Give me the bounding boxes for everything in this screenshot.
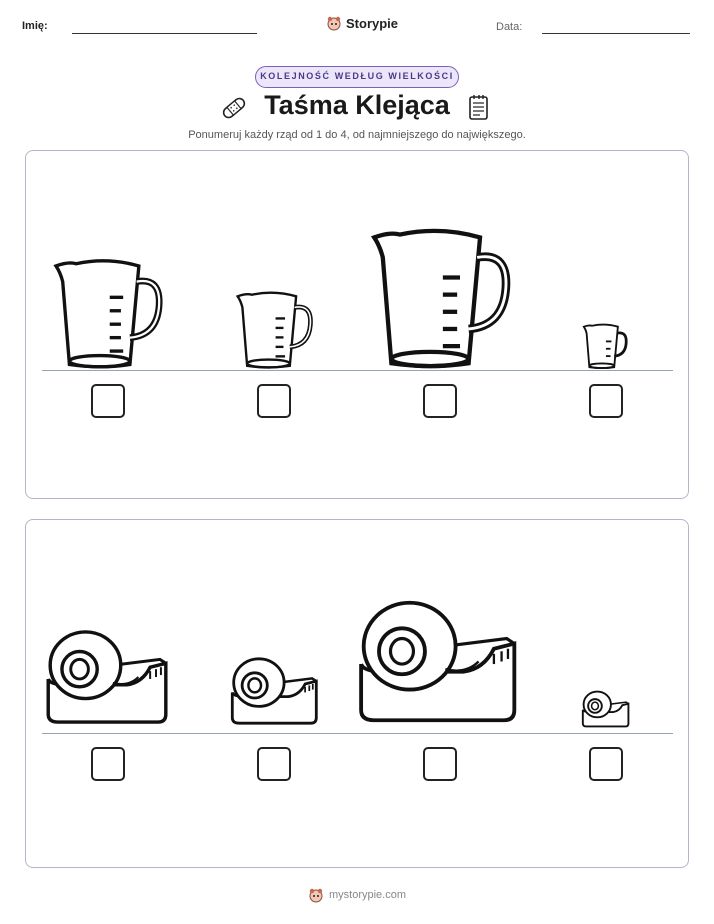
date-label: Data: bbox=[496, 21, 523, 33]
brand-name: Storypie bbox=[346, 15, 399, 31]
footer: mystorypie.com bbox=[0, 887, 714, 903]
answer-box-2-2[interactable] bbox=[257, 747, 291, 781]
answer-box-1-3[interactable] bbox=[423, 384, 457, 418]
instruction-text: Ponumeruj każdy rząd od 1 do 4, od najmn… bbox=[188, 129, 526, 141]
answer-box-2-3[interactable] bbox=[423, 747, 457, 781]
baseline-2 bbox=[42, 733, 673, 734]
name-field[interactable] bbox=[72, 33, 257, 34]
tape-dispenser-large bbox=[46, 630, 168, 724]
measuring-cup-medium bbox=[235, 291, 313, 369]
storypie-logo-icon bbox=[327, 16, 341, 31]
measuring-cup-large bbox=[53, 259, 163, 369]
measuring-cup-small bbox=[582, 323, 628, 369]
answer-box-1-4[interactable] bbox=[589, 384, 623, 418]
answer-box-1-1[interactable] bbox=[91, 384, 125, 418]
answer-box-2-1[interactable] bbox=[91, 747, 125, 781]
answer-box-1-2[interactable] bbox=[257, 384, 291, 418]
footer-url[interactable]: mystorypie.com bbox=[329, 889, 406, 901]
date-field[interactable] bbox=[542, 33, 690, 34]
tape-dispenser-largest bbox=[359, 600, 517, 723]
page-title: Taśma Klejąca bbox=[264, 90, 450, 120]
tape-dispenser-small bbox=[581, 690, 630, 728]
answer-box-2-4[interactable] bbox=[589, 747, 623, 781]
baseline-1 bbox=[42, 370, 673, 371]
name-label: Imię: bbox=[22, 20, 48, 32]
notepad-icon bbox=[469, 95, 488, 120]
measuring-cup-largest bbox=[370, 228, 511, 369]
storypie-logo-icon bbox=[309, 888, 323, 903]
brand: Storypie bbox=[326, 15, 398, 31]
category-badge: KOLEJNOŚĆ WEDŁUG WIELKOŚCI bbox=[255, 66, 459, 88]
tape-dispenser-medium bbox=[230, 657, 318, 725]
